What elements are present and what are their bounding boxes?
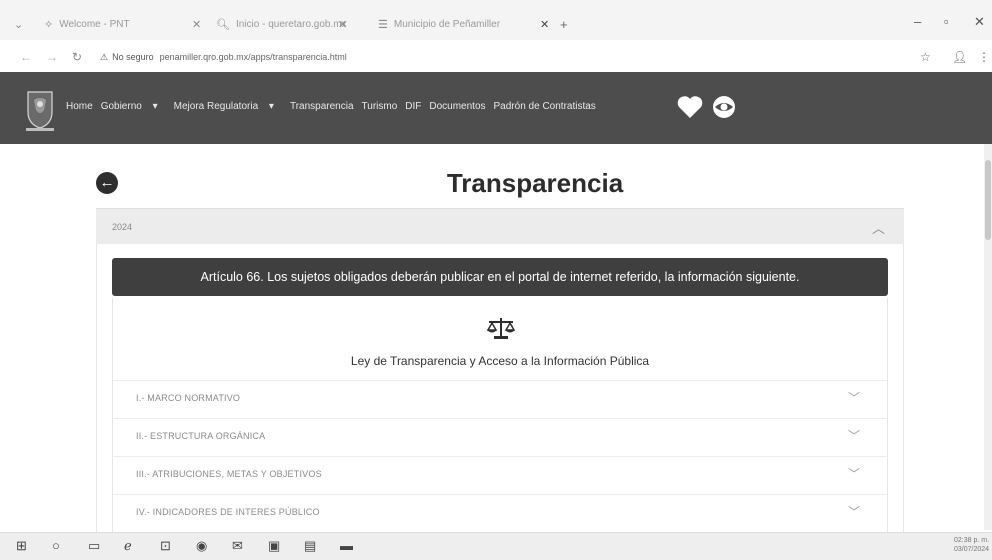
list-item[interactable]: I.- MARCO NORMATIVO ﹀ <box>112 380 888 418</box>
law-title: Ley de Transparencia y Acceso a la Infor… <box>350 354 650 368</box>
globe-icon: ✧ <box>44 18 54 31</box>
store-icon[interactable]: ⊡ <box>160 538 171 554</box>
photos-icon[interactable]: ▣ <box>268 538 280 554</box>
eye-icon[interactable] <box>711 95 737 119</box>
tab-list-icon[interactable]: ⌄ <box>14 12 29 36</box>
profile-icon[interactable]: 👤︎ <box>952 50 967 64</box>
security-label: No seguro <box>112 52 154 62</box>
tab-title: Municipio de Peñamiller <box>393 18 501 30</box>
menu-documentos[interactable]: Documentos <box>429 101 485 112</box>
close-tab-icon[interactable]: ✕ <box>338 18 347 31</box>
arrow-left-icon[interactable]: ← <box>96 172 118 194</box>
caret-down-icon: ▾ <box>152 101 158 112</box>
list-item-label: II.- ESTRUCTURA ORGÁNICA <box>136 431 266 441</box>
list-item[interactable]: II.- ESTRUCTURA ORGÁNICA ﹀ <box>112 418 888 456</box>
list-item[interactable]: III.- ATRIBUCIONES, METAS Y OBJETIVOS ﹀ <box>112 456 888 494</box>
tab-welcome[interactable]: ✧ Welcome - PNT ✕ <box>44 12 201 36</box>
menu-mejora-label: Mejora Regulatoria <box>173 101 259 112</box>
files-icon[interactable]: ▤ <box>304 538 316 554</box>
close-tab-icon[interactable]: ✕ <box>192 18 201 31</box>
forward-arrow-icon[interactable]: → <box>46 50 58 64</box>
url-text: penamiller.qro.gob.mx/apps/transparencia… <box>159 52 347 62</box>
back-arrow-icon[interactable]: ← <box>20 50 32 64</box>
chevron-down-icon: ﹀ <box>848 429 861 443</box>
reload-icon[interactable]: ↻ <box>72 50 82 64</box>
main-menu: Home Gobierno ▾ Mejora Regulatoria ▾ Tra… <box>66 101 604 112</box>
page-title: Transparencia <box>446 168 624 198</box>
search-icon: 🔍︎ <box>216 18 230 31</box>
menu-transparencia[interactable]: Transparencia <box>290 101 354 112</box>
app-icon[interactable]: ▬ <box>340 538 353 553</box>
taskbar <box>0 532 992 560</box>
chevron-up-icon[interactable]: ︿ <box>872 218 885 237</box>
bookmark-star-icon[interactable]: ☆ <box>920 50 931 64</box>
chrome-icon[interactable]: ◉ <box>196 538 207 554</box>
new-tab-button[interactable]: + <box>560 12 568 36</box>
mail-icon[interactable]: ✉ <box>232 538 243 554</box>
minimize-button[interactable]: – <box>914 14 921 29</box>
chevron-down-icon: ﹀ <box>848 505 861 519</box>
list-item[interactable]: IV.- INDICADORES DE INTERES PÚBLICO ﹀ <box>112 494 888 532</box>
taskbar-clock[interactable]: 02:38 p. m. 03/07/2024 <box>954 536 989 554</box>
menu-mejora-regulatoria[interactable]: Mejora Regulatoria ▾ <box>174 101 282 112</box>
heart-icon[interactable] <box>676 94 704 120</box>
chevron-down-icon: ﹀ <box>848 467 861 481</box>
tab-title: Inicio - queretaro.gob.mx <box>235 18 347 30</box>
list-item-label: III.- ATRIBUCIONES, METAS Y OBJETIVOS <box>136 469 322 479</box>
menu-home[interactable]: Home <box>66 101 93 112</box>
year-accordion-header[interactable] <box>96 208 904 244</box>
article-banner: Artículo 66. Los sujetos obligados deber… <box>112 258 888 296</box>
edge-icon[interactable]: ℯ <box>124 538 132 554</box>
search-icon[interactable]: ○ <box>52 538 60 553</box>
tab-municipio[interactable]: ☰ Municipio de Peñamiller ✕ <box>378 12 549 36</box>
tab-inicio[interactable]: 🔍︎ Inicio - queretaro.gob.mx ✕ <box>216 12 366 36</box>
list-item-label: I.- MARCO NORMATIVO <box>136 393 241 403</box>
list-item-label: IV.- INDICADORES DE INTERES PÚBLICO <box>136 507 320 517</box>
menu-gobierno[interactable]: Gobierno ▾ <box>101 101 166 112</box>
page-icon: ☰ <box>378 18 388 31</box>
chevron-down-icon: ﹀ <box>848 391 861 405</box>
maximize-button[interactable]: ▫ <box>944 14 949 29</box>
close-window-button[interactable]: ✕ <box>974 14 985 30</box>
warning-icon: ⚠ <box>100 52 109 62</box>
tab-title: Welcome - PNT <box>59 18 130 30</box>
menu-padron-contratistas[interactable]: Padrón de Contratistas <box>494 101 596 112</box>
year-label: 2024 <box>112 222 133 232</box>
clock-date: 03/07/2024 <box>954 546 990 553</box>
scale-icon <box>486 318 516 339</box>
menu-dif[interactable]: DIF <box>405 101 421 112</box>
close-tab-icon[interactable]: ✕ <box>540 18 549 31</box>
menu-gobierno-label: Gobierno <box>100 101 142 112</box>
task-view-icon[interactable]: ▭ <box>88 538 100 554</box>
menu-turismo[interactable]: Turismo <box>362 101 398 112</box>
caret-down-icon: ▾ <box>268 101 274 112</box>
clock-time: 02:38 p. m. <box>954 537 990 544</box>
page-scrollbar-thumb[interactable] <box>985 160 991 240</box>
address-input[interactable]: ⚠ No seguro penamiller.qro.gob.mx/apps/tra… <box>100 52 347 63</box>
windows-icon[interactable]: ⊞ <box>16 538 27 554</box>
menu-dots-icon[interactable]: ⋮ <box>978 50 990 64</box>
municipio-logo[interactable] <box>20 88 60 132</box>
